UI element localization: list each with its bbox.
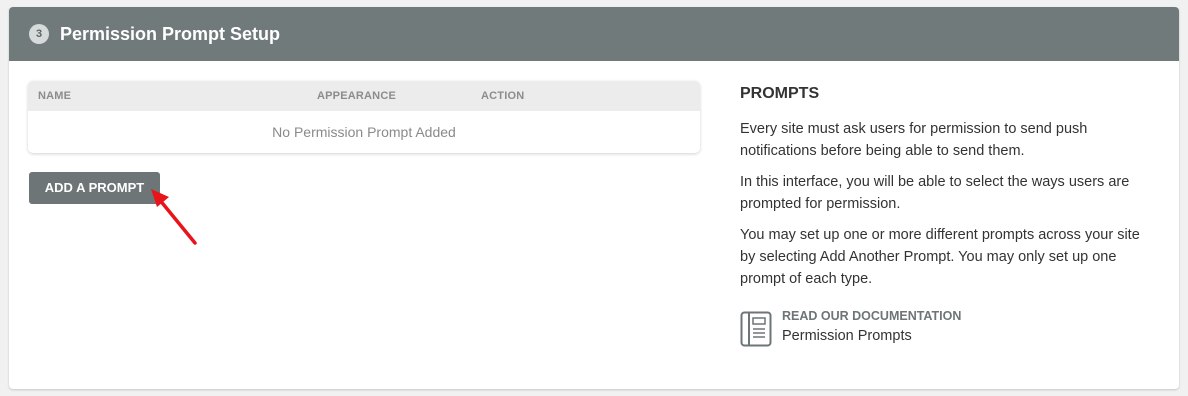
setup-panel: 3 Permission Prompt Setup NAME APPEARANC…	[9, 7, 1179, 389]
column-header-name: NAME	[38, 90, 72, 102]
column-header-action: ACTION	[481, 90, 525, 102]
annotation-arrow-icon	[151, 189, 197, 245]
prompts-table: NAME APPEARANCE ACTION No Permission Pro…	[28, 81, 700, 153]
table-empty-message: No Permission Prompt Added	[272, 124, 456, 140]
info-paragraph: You may set up one or more different pro…	[740, 227, 1140, 287]
step-number-badge: 3	[29, 24, 49, 44]
panel-title: Permission Prompt Setup	[60, 23, 281, 44]
info-title: PROMPTS	[740, 85, 820, 102]
info-paragraph: In this interface, you will be able to s…	[740, 174, 1130, 212]
panel-header: 3 Permission Prompt Setup	[9, 7, 1179, 61]
table-header: NAME APPEARANCE ACTION	[28, 81, 700, 111]
info-paragraph: Every site must ask users for permission…	[740, 121, 1088, 159]
documentation-kicker: READ OUR DOCUMENTATION	[782, 309, 962, 323]
add-prompt-button[interactable]: ADD A PROMPT	[29, 172, 160, 204]
documentation-link[interactable]: READ OUR DOCUMENTATION Permission Prompt…	[740, 307, 961, 351]
documentation-link-text[interactable]: Permission Prompts	[782, 325, 961, 347]
column-header-appearance: APPEARANCE	[317, 90, 397, 102]
prompts-info: PROMPTS Every site must ask users for pe…	[740, 85, 1140, 299]
document-icon	[740, 311, 772, 347]
